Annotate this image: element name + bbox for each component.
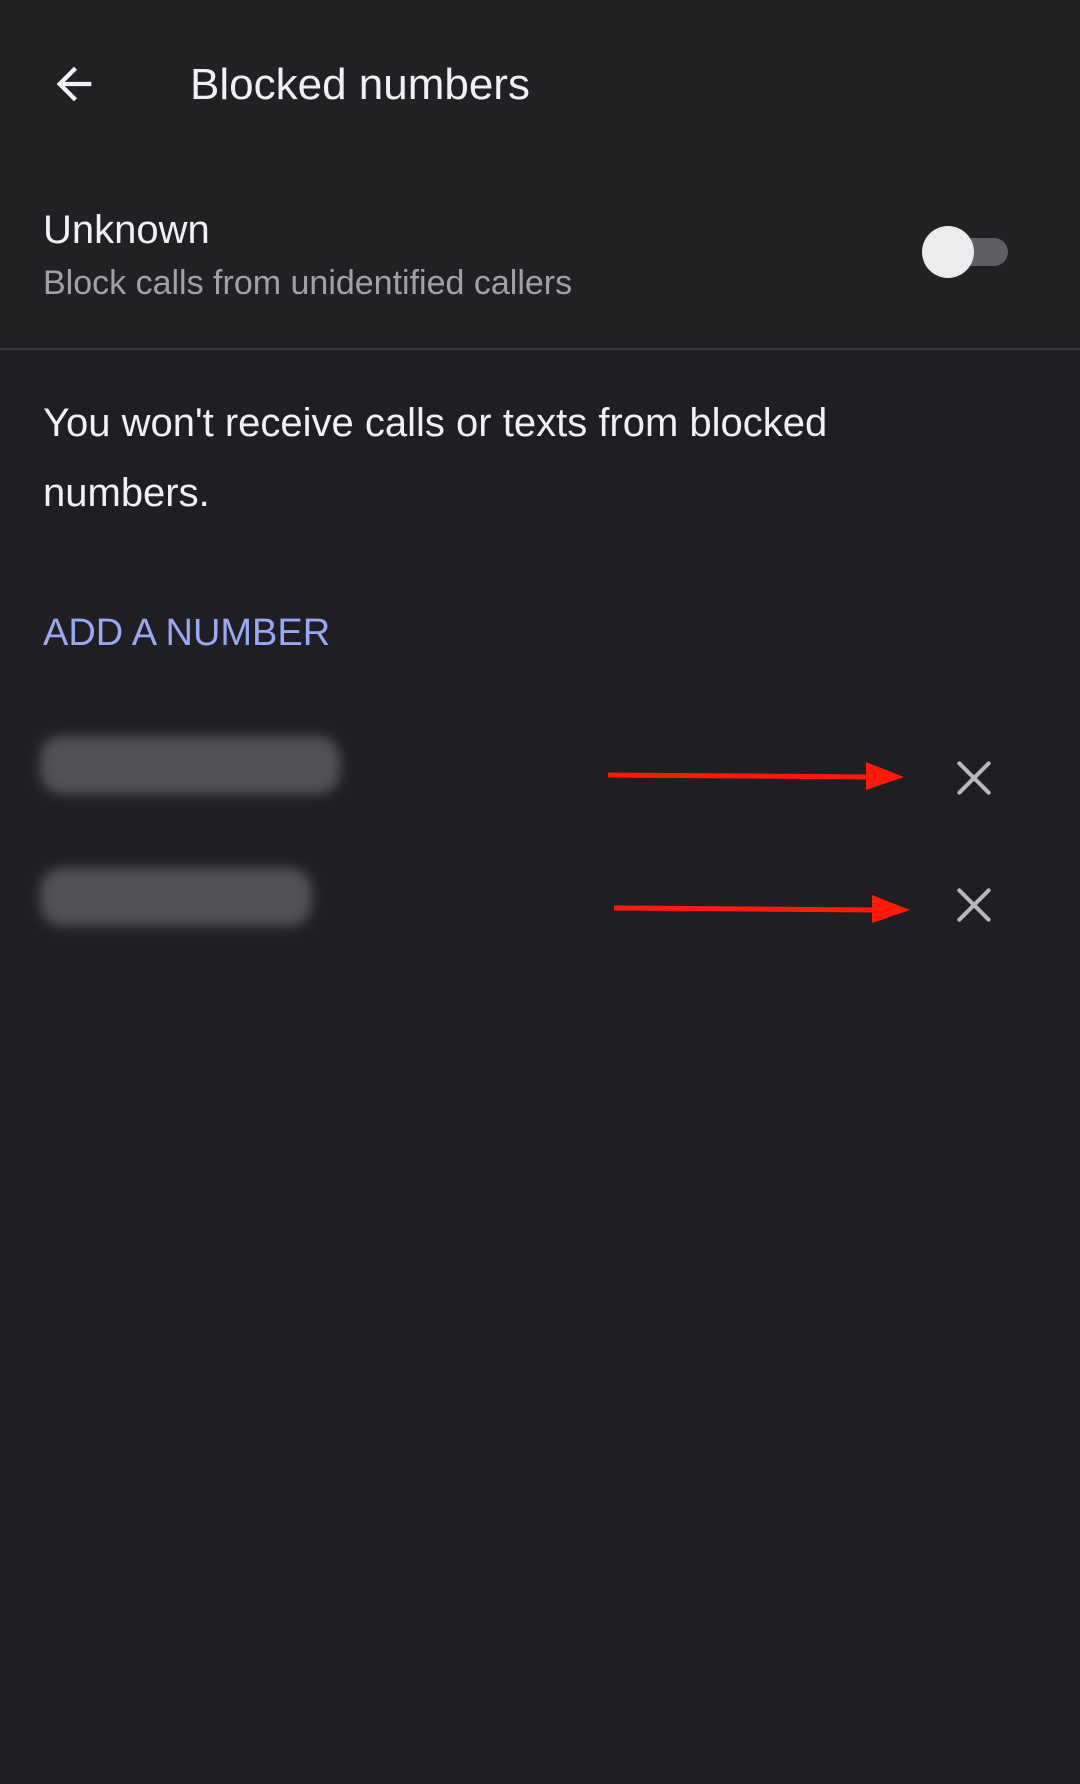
annotation-arrow-icon (608, 762, 904, 790)
close-icon (957, 761, 991, 795)
remove-blocked-number-button[interactable] (941, 745, 1007, 811)
blocked-number-redacted (40, 736, 340, 794)
section-divider (0, 348, 1080, 350)
blocked-number-redacted (40, 868, 312, 926)
remove-blocked-number-button[interactable] (941, 872, 1007, 938)
unknown-callers-setting[interactable] (0, 160, 1080, 348)
unknown-setting-subtitle: Block calls from unidentified callers (43, 264, 573, 302)
blocked-numbers-info: You won't receive calls or texts from bl… (43, 401, 828, 515)
top-app-bar (0, 0, 1080, 160)
unknown-callers-toggle[interactable] (922, 226, 1008, 278)
blocked-numbers-screen: Blocked numbers Unknown Block calls from… (0, 0, 1080, 1784)
toggle-thumb (922, 226, 974, 278)
arrow-back-icon (56, 66, 92, 102)
add-number-button[interactable]: ADD A NUMBER (43, 608, 330, 658)
back-button[interactable] (34, 44, 114, 124)
page-title: Blocked numbers (190, 60, 530, 109)
unknown-setting-title: Unknown (43, 208, 210, 252)
annotation-arrow-icon (614, 895, 910, 923)
close-icon (957, 888, 991, 922)
